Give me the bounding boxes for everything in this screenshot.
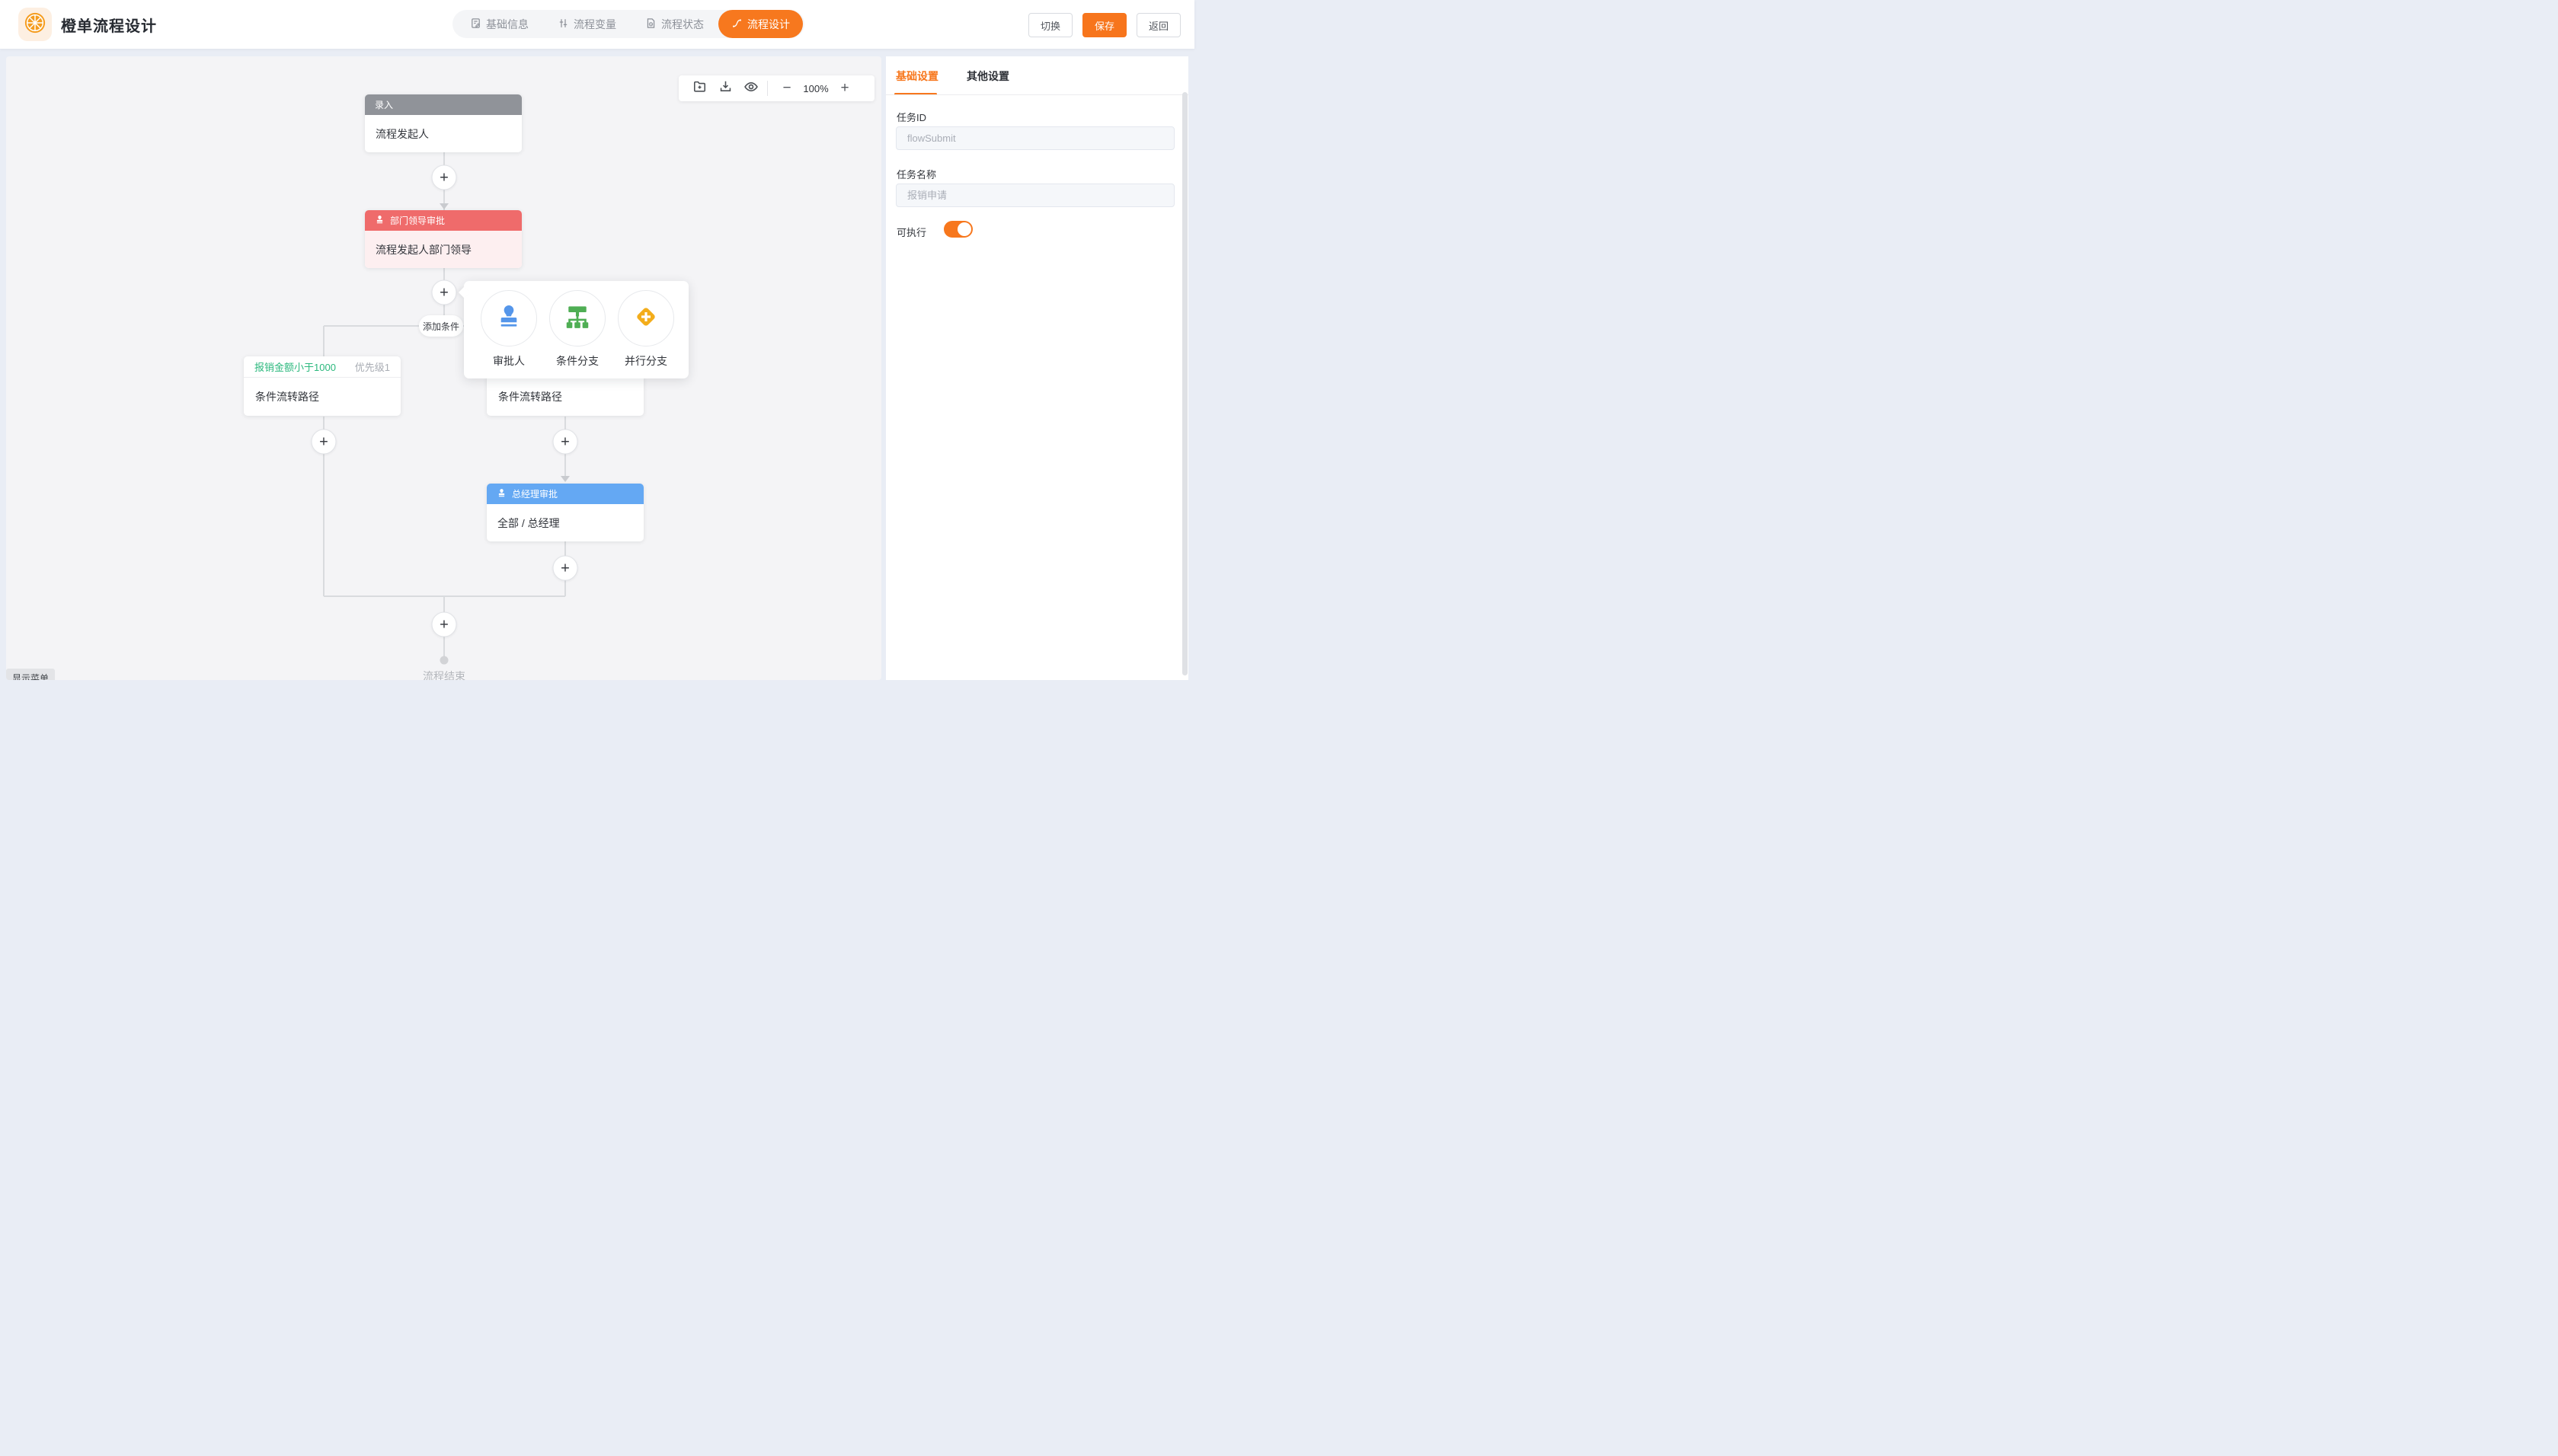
app-header: 橙单流程设计 基础信息 流程变量 — [0, 0, 1194, 49]
app-logo — [18, 8, 52, 41]
add-node-button-left-branch[interactable]: + — [312, 429, 337, 455]
tree-branch-icon — [563, 302, 592, 335]
add-node-button-4[interactable]: + — [432, 612, 457, 637]
condition-body-label: 条件流转路径 — [255, 389, 319, 404]
orange-logo-icon — [24, 11, 46, 38]
node-gm-approval[interactable]: 总经理审批 全部 / 总经理 — [487, 484, 644, 541]
preview-button[interactable] — [738, 75, 764, 101]
stamp-blue-icon — [494, 302, 523, 335]
node-title: 总经理审批 — [512, 487, 558, 500]
diamond-plus-icon — [631, 302, 661, 336]
back-button[interactable]: 返回 — [1137, 13, 1181, 37]
add-node-popup: 审批人 — [464, 281, 689, 378]
settings-tab-group: 基础设置 其他设置 — [896, 69, 1009, 84]
node-assignee: 流程发起人部门领导 — [376, 242, 472, 257]
panel-divider — [886, 94, 1188, 95]
zoom-level: 100% — [798, 83, 833, 94]
condition-card-header: 报销金额小于1000 优先级1 — [244, 356, 401, 378]
task-name-input[interactable] — [896, 184, 1175, 207]
tab-label: 流程变量 — [574, 17, 616, 32]
task-id-label: 任务ID — [897, 110, 926, 124]
document-edit-icon — [470, 18, 481, 31]
download-icon — [718, 79, 733, 97]
tab-label: 基础信息 — [486, 17, 529, 32]
add-node-button-right-branch[interactable]: + — [553, 429, 578, 455]
popup-item-condition-branch[interactable]: 条件分支 — [543, 290, 612, 369]
save-button[interactable]: 保存 — [1082, 13, 1127, 37]
popup-item-label: 审批人 — [475, 353, 543, 369]
add-node-button-2[interactable]: + — [432, 280, 457, 305]
show-menu-button[interactable]: 显示菜单 — [6, 669, 55, 680]
tab-other-settings[interactable]: 其他设置 — [967, 69, 1009, 84]
switch-button[interactable]: 切换 — [1028, 13, 1073, 37]
page-title: 橙单流程设计 — [61, 14, 157, 36]
add-node-button-3[interactable]: + — [553, 556, 578, 581]
condition-card-left[interactable]: 报销金额小于1000 优先级1 条件流转路径 — [244, 356, 401, 416]
tab-label: 流程设计 — [747, 17, 790, 32]
zoom-in-button[interactable]: + — [833, 75, 856, 101]
folder-plus-icon — [692, 79, 707, 97]
tab-flow-variables[interactable]: 流程变量 — [543, 10, 631, 38]
node-title: 部门领导审批 — [390, 214, 445, 227]
stamp-icon — [375, 215, 385, 227]
tab-label: 流程状态 — [661, 17, 704, 32]
condition-body-label: 条件流转路径 — [498, 389, 562, 404]
popup-item-label: 条件分支 — [543, 353, 612, 369]
tab-flow-status[interactable]: 流程状态 — [631, 10, 718, 38]
download-button[interactable] — [712, 75, 738, 101]
add-file-button[interactable] — [686, 75, 712, 101]
node-dept-approval[interactable]: 部门领导审批 流程发起人部门领导 — [365, 210, 522, 268]
canvas-toolbar: − 100% + — [679, 75, 875, 101]
task-id-input[interactable] — [896, 126, 1175, 150]
sliders-icon — [558, 18, 569, 31]
condition-priority: 优先级1 — [355, 359, 390, 374]
node-assignee: 流程发起人 — [376, 126, 429, 142]
header-tab-group: 基础信息 流程变量 流程状态 — [452, 10, 804, 38]
add-node-button-1[interactable]: + — [432, 165, 457, 190]
tab-basic-settings[interactable]: 基础设置 — [896, 69, 938, 84]
popup-item-label: 并行分支 — [612, 353, 680, 369]
file-clock-icon — [645, 18, 657, 31]
condition-name: 报销金额小于1000 — [254, 359, 336, 374]
zoom-out-button[interactable]: − — [775, 75, 798, 101]
task-name-label: 任务名称 — [897, 167, 936, 181]
popup-item-parallel-branch[interactable]: 并行分支 — [612, 290, 680, 369]
node-assignee: 全部 / 总经理 — [497, 516, 560, 531]
tab-basic-info[interactable]: 基础信息 — [456, 10, 543, 38]
executable-toggle[interactable] — [944, 221, 973, 238]
node-start[interactable]: 录入 流程发起人 — [365, 94, 522, 152]
executable-label: 可执行 — [897, 225, 926, 239]
settings-panel: 基础设置 其他设置 任务ID 任务名称 可执行 — [886, 56, 1188, 680]
flow-end-label: 流程结束 — [368, 669, 520, 680]
node-type-label: 录入 — [375, 98, 393, 111]
eye-icon — [743, 79, 759, 98]
panel-scrollbar[interactable] — [1182, 92, 1188, 675]
popup-item-approver[interactable]: 审批人 — [475, 290, 543, 369]
toolbar-divider — [767, 81, 768, 96]
route-icon — [731, 18, 743, 31]
flow-canvas[interactable]: − 100% + 录入 流程发起人 + 部门领导审批 流程发起人部门领导 — [6, 56, 881, 680]
add-condition-button[interactable]: 添加条件 — [419, 315, 463, 337]
tab-flow-design[interactable]: 流程设计 — [718, 10, 803, 38]
header-buttons: 切换 保存 返回 — [1028, 13, 1181, 37]
stamp-icon — [497, 488, 507, 500]
